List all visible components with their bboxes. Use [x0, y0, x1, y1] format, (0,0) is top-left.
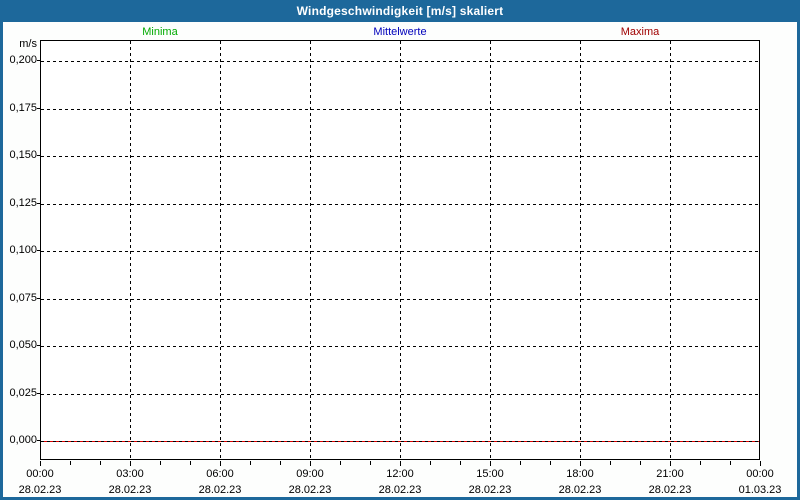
x-tick-mark-minor — [70, 461, 71, 465]
x-tick-mark-minor — [100, 461, 101, 465]
x-tick-mark-major — [400, 461, 401, 466]
y-tick-mark — [37, 345, 40, 346]
x-tick-time-label: 00:00 — [730, 468, 790, 481]
x-tick-mark-minor — [730, 461, 731, 465]
y-tick-label: 0,100 — [3, 244, 37, 257]
x-tick-mark-minor — [610, 461, 611, 465]
horizontal-gridline — [41, 109, 759, 110]
vertical-gridline — [220, 41, 221, 459]
legend-item: Mittelwerte — [280, 26, 520, 40]
horizontal-gridline — [41, 204, 759, 205]
x-tick-date-label: 28.02.23 — [185, 484, 255, 497]
x-tick-mark-minor — [430, 461, 431, 465]
x-tick-date-label: 28.02.23 — [365, 484, 435, 497]
vertical-gridline — [310, 41, 311, 459]
x-tick-mark-major — [490, 461, 491, 466]
plot-area — [40, 40, 760, 460]
x-tick-time-label: 12:00 — [370, 468, 430, 481]
horizontal-gridline — [41, 156, 759, 157]
x-tick-mark-minor — [370, 461, 371, 465]
y-axis-unit-label: m/s — [3, 38, 37, 51]
horizontal-gridline — [41, 299, 759, 300]
x-tick-time-label: 09:00 — [280, 468, 340, 481]
vertical-gridline — [670, 41, 671, 459]
horizontal-gridline — [41, 346, 759, 347]
chart-area: MinimaMittelwerteMaxima m/s 0,200 0,175 0,… — [3, 22, 797, 497]
y-tick-label: 0,175 — [3, 102, 37, 115]
y-tick-mark — [37, 393, 40, 394]
y-tick-label: 0,025 — [3, 387, 37, 400]
chart-legend: MinimaMittelwerteMaxima — [40, 26, 760, 40]
x-tick-mark-major — [580, 461, 581, 466]
window-title: Windgeschwindigkeit [m/s] skaliert — [297, 4, 504, 18]
x-tick-mark-major — [310, 461, 311, 466]
x-tick-time-label: 18:00 — [550, 468, 610, 481]
x-tick-mark-minor — [460, 461, 461, 465]
horizontal-gridline — [41, 394, 759, 395]
x-tick-mark-minor — [640, 461, 641, 465]
x-tick-time-label: 06:00 — [190, 468, 250, 481]
y-tick-mark — [37, 108, 40, 109]
x-tick-time-label: 15:00 — [460, 468, 520, 481]
vertical-gridline — [580, 41, 581, 459]
x-tick-time-label: 00:00 — [10, 468, 70, 481]
chart-window: Windgeschwindigkeit [m/s] skaliert Minim… — [0, 0, 800, 500]
y-tick-label: 0,150 — [3, 149, 37, 162]
y-tick-mark — [37, 155, 40, 156]
x-tick-date-label: 28.02.23 — [275, 484, 345, 497]
x-tick-date-label: 28.02.23 — [635, 484, 705, 497]
vertical-gridline — [130, 41, 131, 459]
x-tick-mark-minor — [160, 461, 161, 465]
horizontal-gridline — [41, 441, 759, 442]
x-tick-mark-minor — [280, 461, 281, 465]
horizontal-gridline — [41, 251, 759, 252]
y-tick-label: 0,050 — [3, 339, 37, 352]
x-tick-mark-major — [760, 461, 761, 466]
y-tick-mark — [37, 440, 40, 441]
x-tick-date-label: 01.03.23 — [725, 484, 795, 497]
x-tick-mark-major — [220, 461, 221, 466]
y-tick-label: 0,125 — [3, 197, 37, 210]
y-tick-mark — [37, 203, 40, 204]
x-tick-mark-minor — [250, 461, 251, 465]
x-tick-time-label: 03:00 — [100, 468, 160, 481]
x-tick-mark-minor — [520, 461, 521, 465]
y-tick-label: 0,200 — [3, 54, 37, 67]
x-tick-mark-major — [670, 461, 671, 466]
x-tick-time-label: 21:00 — [640, 468, 700, 481]
y-tick-mark — [37, 298, 40, 299]
legend-item: Minima — [40, 26, 280, 40]
x-tick-mark-major — [40, 461, 41, 466]
x-tick-mark-minor — [340, 461, 341, 465]
x-tick-mark-major — [130, 461, 131, 466]
horizontal-gridline — [41, 61, 759, 62]
window-titlebar: Windgeschwindigkeit [m/s] skaliert — [0, 0, 800, 22]
x-tick-mark-minor — [700, 461, 701, 465]
x-tick-date-label: 28.02.23 — [95, 484, 165, 497]
legend-item: Maxima — [520, 26, 760, 40]
vertical-gridline — [490, 41, 491, 459]
y-tick-label: 0,000 — [3, 434, 37, 447]
x-tick-mark-minor — [550, 461, 551, 465]
x-tick-date-label: 28.02.23 — [455, 484, 525, 497]
y-tick-mark — [37, 60, 40, 61]
y-tick-mark — [37, 250, 40, 251]
vertical-gridline — [400, 41, 401, 459]
x-tick-date-label: 28.02.23 — [5, 484, 75, 497]
y-tick-label: 0,075 — [3, 292, 37, 305]
x-tick-mark-minor — [190, 461, 191, 465]
x-tick-date-label: 28.02.23 — [545, 484, 615, 497]
